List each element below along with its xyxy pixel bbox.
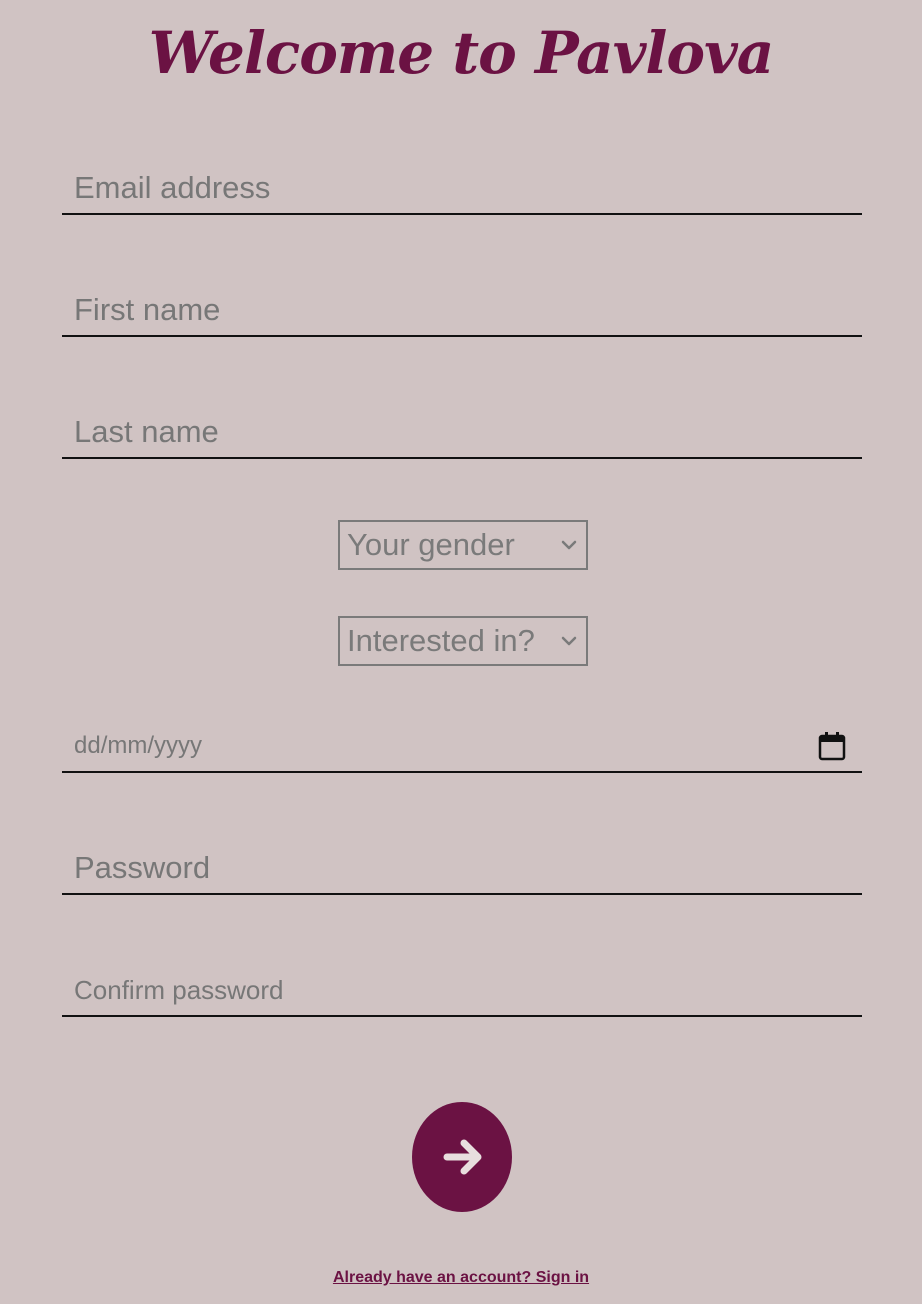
signin-link-container: Already have an account? Sign in <box>0 1266 922 1290</box>
chevron-down-icon <box>561 540 577 550</box>
birth-date-field-container <box>62 721 862 773</box>
interested-in-select-value: Interested in? <box>347 623 535 658</box>
chevron-down-icon <box>561 636 577 646</box>
gender-select-value: Your gender <box>347 527 515 562</box>
birth-date-field[interactable] <box>62 721 862 771</box>
gender-select[interactable]: Your gender <box>338 520 588 570</box>
calendar-icon[interactable] <box>818 731 846 761</box>
arrow-right-icon <box>443 1139 482 1175</box>
email-field-container <box>62 163 862 215</box>
confirm-password-field[interactable] <box>62 965 862 1015</box>
signin-link[interactable]: Already have an account? Sign in <box>333 1269 589 1286</box>
interested-in-select[interactable]: Interested in? <box>338 616 588 666</box>
last-name-field[interactable] <box>62 407 862 457</box>
page-title: Welcome to Pavlova <box>148 19 775 87</box>
password-field-container <box>62 843 862 895</box>
last-name-field-container <box>62 407 862 459</box>
signup-page: Welcome to Pavlova Your gender Intereste… <box>0 0 922 1304</box>
first-name-field-container <box>62 285 862 337</box>
submit-button[interactable] <box>412 1102 512 1212</box>
password-field[interactable] <box>62 843 862 893</box>
first-name-field[interactable] <box>62 285 862 335</box>
confirm-password-field-container <box>62 965 862 1017</box>
email-field[interactable] <box>62 163 862 213</box>
